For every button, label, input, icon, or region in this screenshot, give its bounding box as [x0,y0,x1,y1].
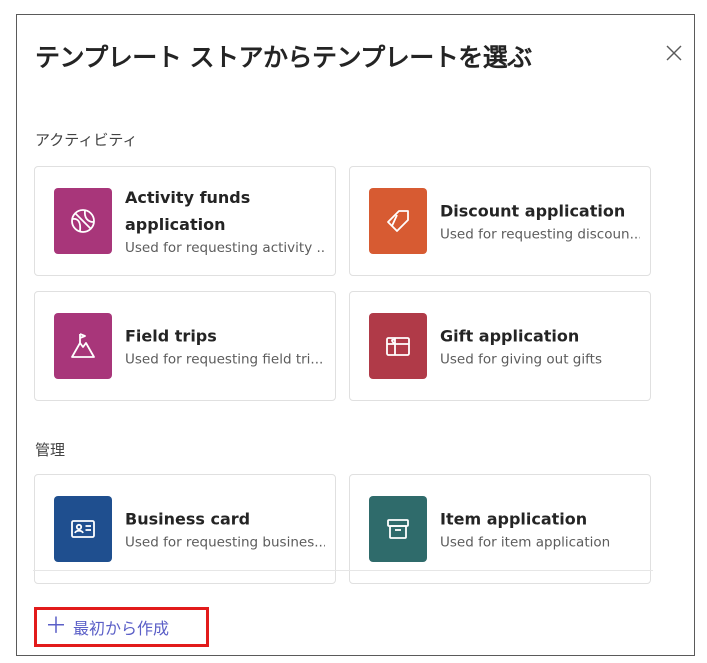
dialog-title: テンプレート ストアからテンプレートを選ぶ [35,43,532,72]
template-card-business-card[interactable]: Business card Used for requesting busine… [34,474,336,584]
card-icon-tile [54,313,112,379]
card-description: Used for giving out gifts [440,351,602,368]
card-icon-tile [369,313,427,379]
archive-box-icon [387,519,409,539]
close-button[interactable] [662,41,686,65]
template-card-discount[interactable]: Discount application Used for requesting… [349,166,651,276]
tag-icon [387,210,409,232]
template-card-gift[interactable]: Gift application Used for giving out gif… [349,291,651,401]
create-from-scratch-button[interactable]: ＋ 最初から作成 [34,607,209,647]
card-description: Used for item application [440,534,611,551]
template-card-field-trips[interactable]: Field trips Used for requesting field tr… [34,291,336,401]
basketball-icon [71,209,95,233]
section-label-management: 管理 [35,441,66,459]
template-store-dialog: テンプレート ストアからテンプレートを選ぶ アクティビティ Activity f… [16,14,695,656]
gift-icon [386,337,410,356]
contact-card-icon [71,520,95,538]
card-description: Used for requesting field tri... [125,351,324,368]
card-description: Used for requesting discoun... [440,226,640,243]
card-icon-tile [54,496,112,562]
card-title: Business card [125,509,251,529]
template-card-activity-funds[interactable]: Activity funds application Used for requ… [34,166,336,276]
plus-icon: ＋ [45,614,68,639]
template-card-item-application[interactable]: Item application Used for item applicati… [349,474,651,584]
card-icon-tile [369,188,427,254]
card-title: Activity funds application [125,188,251,234]
card-title: Item application [440,509,588,529]
card-icon-tile [54,188,112,254]
card-description: Used for requesting busines... [125,534,325,551]
card-title: Field trips [125,326,217,346]
close-icon [666,45,682,61]
card-icon-tile [369,496,427,562]
mountain-flag-icon [71,333,95,358]
section-label-activity: アクティビティ [35,131,138,149]
card-description: Used for requesting activity ... [125,240,325,256]
footer-divider [33,570,653,571]
card-title: Gift application [440,326,580,346]
card-title: Discount application [440,201,626,221]
create-from-scratch-label: 最初から作成 [73,619,170,638]
